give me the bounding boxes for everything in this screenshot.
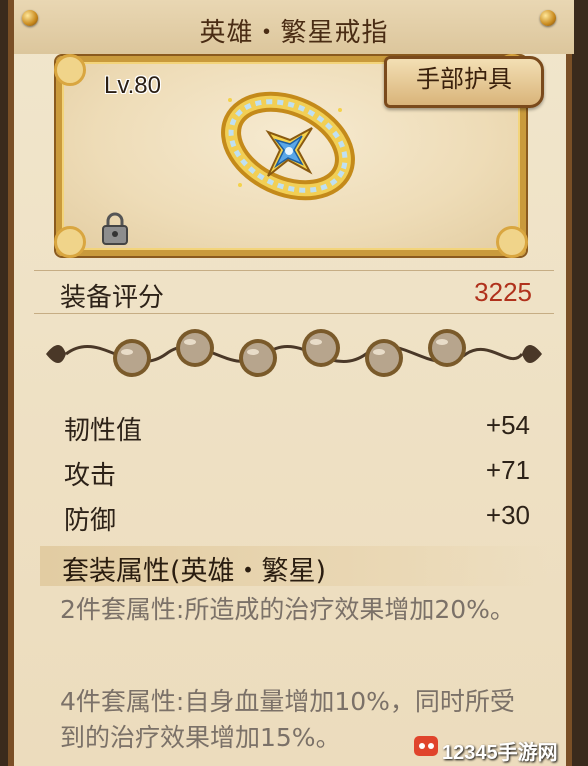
watermark-logo-icon xyxy=(414,736,438,756)
attribute-name: 攻击 xyxy=(64,461,117,491)
frame-ornament xyxy=(496,226,528,258)
set-bonus-2pc: 2件套属性:所造成的治疗效果增加20%。 xyxy=(60,595,515,624)
frame-ornament xyxy=(54,226,86,258)
score-value: 3225 xyxy=(474,277,532,307)
slot-type-label: 手部护具 xyxy=(416,65,512,93)
attribute-name: 防御 xyxy=(64,506,117,536)
attribute-row: 韧性值 +54 xyxy=(40,402,540,447)
gem-socket[interactable] xyxy=(428,329,466,367)
gem-socket[interactable] xyxy=(365,339,403,377)
gem-socket-bar xyxy=(46,329,542,377)
attribute-value: +30 xyxy=(485,500,530,530)
gem-socket[interactable] xyxy=(176,329,214,367)
slot-type-tag: 手部护具 xyxy=(384,56,544,108)
gem-socket[interactable] xyxy=(302,329,340,367)
lock-icon[interactable] xyxy=(100,212,130,246)
attribute-row: 防御 +30 xyxy=(40,492,540,537)
watermark-text: 12345手游网 xyxy=(442,742,558,764)
equipment-score-row: 装备评分 3225 xyxy=(34,270,554,314)
attribute-value: +71 xyxy=(485,455,530,485)
attribute-value: +54 xyxy=(485,410,530,440)
set-bonus-title: 套装属性(英雄・繁星) xyxy=(62,556,327,587)
set-bonus-header: 套装属性(英雄・繁星) xyxy=(40,546,548,587)
star-ring-icon xyxy=(221,91,355,201)
gem-socket[interactable] xyxy=(113,339,151,377)
item-level: Lv.80 xyxy=(104,72,161,99)
attribute-name: 韧性值 xyxy=(64,416,143,446)
item-title: 英雄・繁星戒指 xyxy=(199,18,389,48)
frame-ornament xyxy=(54,54,86,86)
gem-socket[interactable] xyxy=(239,339,277,377)
score-label: 装备评分 xyxy=(60,283,165,313)
attribute-list: 韧性值 +54 攻击 +71 防御 +30 xyxy=(40,402,540,537)
attribute-row: 攻击 +71 xyxy=(40,447,540,492)
